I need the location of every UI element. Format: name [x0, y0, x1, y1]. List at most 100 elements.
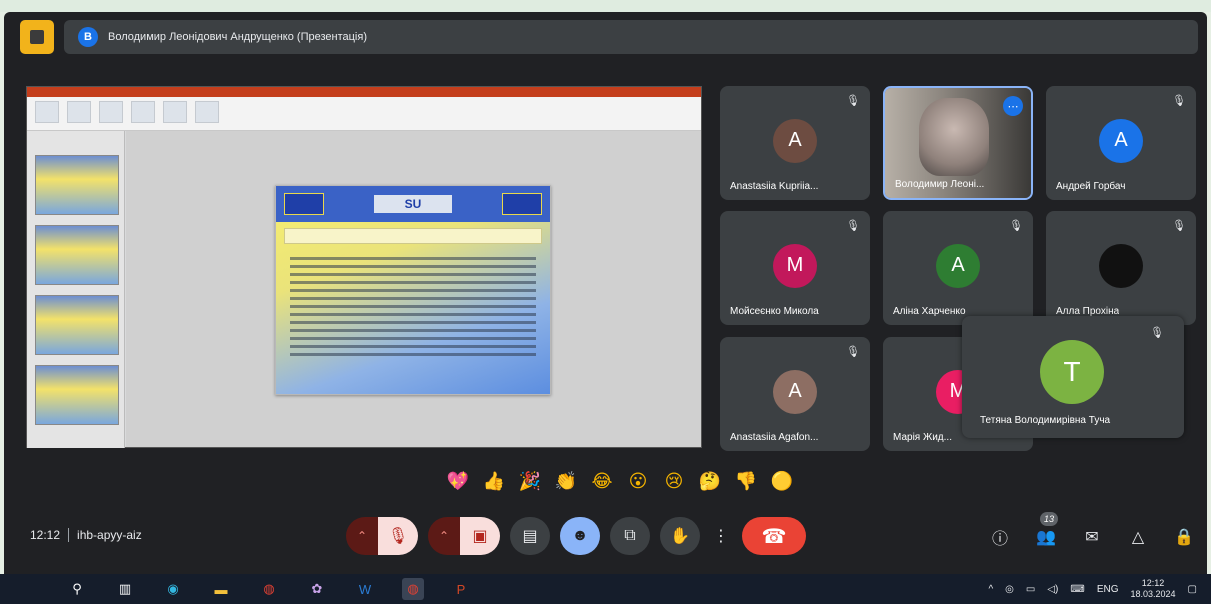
mic-off-icon: 🎙: [1150, 327, 1164, 339]
mic-off-icon: 🎙: [846, 346, 860, 358]
task-view-icon[interactable]: ▥: [114, 578, 136, 600]
meeting-info: 12:12 ihb-apyy-aiz: [30, 528, 142, 542]
slide-thumbnail: [35, 365, 119, 425]
browser-top-strip: [0, 0, 1211, 12]
participant-name: Андрей Горбач: [1056, 181, 1126, 192]
windows-start-icon[interactable]: [18, 578, 40, 600]
more-options-button[interactable]: ⋮: [710, 517, 732, 555]
mic-off-icon: 🎙: [846, 220, 860, 232]
mic-off-icon: 🎙: [1172, 220, 1186, 232]
reaction-emoji-icon[interactable]: 😮: [624, 467, 652, 495]
network-icon[interactable]: ◎: [1005, 584, 1014, 595]
presentation-banner[interactable]: В Володимир Леонідович Андрущенко (Презе…: [64, 20, 1198, 54]
participant-name: Anastasiia Agafon...: [730, 432, 819, 443]
eu-flag-icon: [502, 193, 542, 215]
ribbon-tool-icon: [67, 101, 91, 123]
participant-avatar: M: [773, 243, 817, 288]
powerpoint-icon[interactable]: P: [450, 578, 472, 600]
reactions-bar: 💖 👍 🎉 👏 😂 😮 😢 🤔 👎 🟡: [444, 467, 796, 495]
mic-off-icon: 🎙: [1009, 220, 1023, 232]
battery-icon[interactable]: ▭: [1026, 584, 1035, 595]
volume-icon[interactable]: ◁): [1047, 584, 1058, 595]
ribbon-tool-icon: [163, 101, 187, 123]
reaction-emoji-icon[interactable]: 🎉: [516, 467, 544, 495]
language-indicator[interactable]: ENG: [1097, 584, 1119, 595]
participant-tile[interactable]: 🎙 Алла Прохіна: [1046, 211, 1196, 325]
reaction-emoji-icon[interactable]: 😢: [660, 467, 688, 495]
mic-control: ⌃ 🎙: [346, 517, 418, 555]
spotlight-participant-tile[interactable]: 🎙 T Тетяна Володимирівна Туча: [962, 316, 1184, 438]
activities-icon[interactable]: △: [1126, 526, 1150, 548]
emoji-reactions-button[interactable]: ☻: [560, 517, 600, 555]
reaction-emoji-icon[interactable]: 😂: [588, 467, 616, 495]
shared-screen: SU: [26, 86, 702, 448]
reaction-emoji-icon[interactable]: 💖: [444, 467, 472, 495]
participant-avatar: А: [773, 118, 817, 163]
participant-tile[interactable]: 🎙 А Anastasiia Agafon...: [720, 337, 870, 451]
reaction-emoji-icon[interactable]: 👍: [480, 467, 508, 495]
reaction-emoji-icon[interactable]: 👏: [552, 467, 580, 495]
participant-tile[interactable]: ⋯ Володимир Леоні...: [883, 86, 1033, 200]
meeting-details-icon[interactable]: ⓘ: [988, 526, 1012, 548]
captions-button[interactable]: ▤: [510, 517, 550, 555]
tray-chevron-icon[interactable]: ^: [988, 584, 993, 595]
participant-tile[interactable]: 🎙 А Андрей Горбач: [1046, 86, 1196, 200]
ribbon-tabs: [27, 87, 701, 97]
system-clock[interactable]: 12:12 18.03.2024: [1131, 578, 1176, 600]
chrome-active-icon[interactable]: ◍: [402, 578, 424, 600]
slide-thumbnail: [35, 155, 119, 215]
raise-hand-button[interactable]: ✋: [660, 517, 700, 555]
search-icon[interactable]: ⚲: [66, 578, 88, 600]
app-icon[interactable]: ✿: [306, 578, 328, 600]
mic-options-chevron-icon[interactable]: ⌃: [346, 517, 378, 555]
ribbon-tool-icon: [99, 101, 123, 123]
presentation-toggle-icon[interactable]: [20, 20, 54, 54]
slide-thumbnails-panel: [27, 131, 125, 448]
participant-avatar: [1099, 243, 1143, 288]
clock-date: 18.03.2024: [1130, 589, 1176, 599]
chrome-icon[interactable]: ◍: [258, 578, 280, 600]
mic-toggle-button[interactable]: 🎙: [378, 517, 418, 555]
reaction-emoji-icon[interactable]: 🟡: [768, 467, 796, 495]
participant-tile[interactable]: 🎙 А Anastasiia Kupriia...: [720, 86, 870, 200]
ribbon-tool-icon: [195, 101, 219, 123]
edge-browser-icon[interactable]: ◉: [162, 578, 184, 600]
participant-avatar: А: [936, 243, 980, 288]
slide-logo: SU: [374, 195, 452, 213]
ribbon-tool-icon: [131, 101, 155, 123]
participant-name: Тетяна Володимирівна Туча: [980, 415, 1111, 426]
participant-avatar: А: [773, 369, 817, 414]
more-options-icon[interactable]: ⋯: [1003, 96, 1023, 116]
reaction-emoji-icon[interactable]: 🤔: [696, 467, 724, 495]
camera-options-chevron-icon[interactable]: ⌃: [428, 517, 460, 555]
slide-thumbnail: [35, 225, 119, 285]
ribbon-tool-icon: [35, 101, 59, 123]
people-icon[interactable]: 👥 13: [1034, 512, 1058, 548]
keyboard-icon[interactable]: ⌨: [1070, 584, 1084, 595]
word-icon[interactable]: W: [354, 578, 376, 600]
chat-icon[interactable]: ✉: [1080, 526, 1104, 548]
participant-tile[interactable]: 🎙 А Аліна Харченко: [883, 211, 1033, 325]
host-controls-icon[interactable]: 🔒: [1172, 526, 1196, 548]
participant-name: Мойсеєнко Микола: [730, 306, 819, 317]
reaction-emoji-icon[interactable]: 👎: [732, 467, 760, 495]
slide-body-text: [290, 252, 536, 361]
mic-off-icon: 🎙: [846, 95, 860, 107]
divider: [68, 528, 70, 542]
participant-avatar: А: [1099, 118, 1143, 163]
slide-thumbnail: [35, 295, 119, 355]
notifications-icon[interactable]: ▢: [1188, 584, 1197, 595]
mic-off-icon: 🎙: [1172, 95, 1186, 107]
meeting-header: В Володимир Леонідович Андрущенко (Презе…: [20, 18, 1198, 56]
side-panel-controls: ⓘ 👥 13 ✉ △ 🔒: [988, 512, 1196, 548]
windows-taskbar: ⚲ ▥ ◉ ▬ ◍ ✿ W ◍ P ^ ◎ ▭ ◁) ⌨ ENG 12:12 1…: [0, 574, 1211, 604]
file-explorer-icon[interactable]: ▬: [210, 578, 232, 600]
participant-video-face: [919, 98, 989, 176]
participant-name: Володимир Леоні...: [895, 179, 985, 190]
present-screen-button[interactable]: ⧉: [610, 517, 650, 555]
clock-time: 12:12: [1141, 578, 1165, 588]
participant-tile[interactable]: 🎙 M Мойсеєнко Микола: [720, 211, 870, 325]
participants-count-badge: 13: [1040, 512, 1058, 526]
end-call-button[interactable]: ☎: [742, 517, 806, 555]
camera-toggle-button[interactable]: ▣: [460, 517, 500, 555]
